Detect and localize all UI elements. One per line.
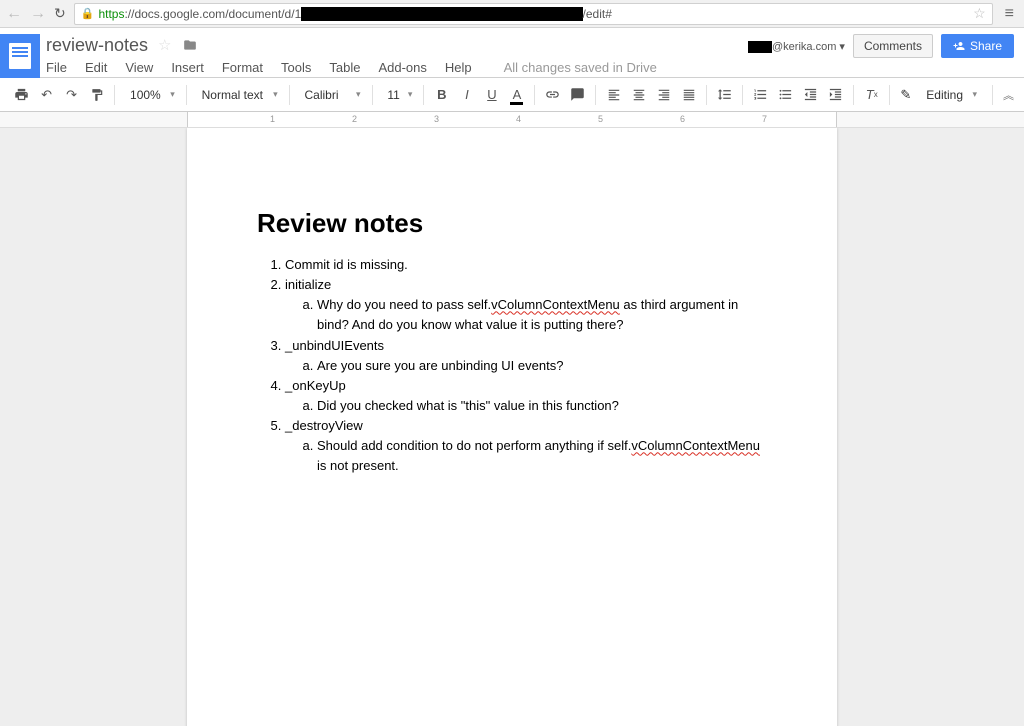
ruler-tick: 6 xyxy=(680,114,685,124)
menu-add-ons[interactable]: Add-ons xyxy=(378,60,426,75)
url-path-suffix: /edit# xyxy=(583,7,612,21)
list-sub-item: Should add condition to do not perform a… xyxy=(317,436,767,476)
page[interactable]: Review notes Commit id is missing.initia… xyxy=(187,128,837,726)
zoom-select[interactable]: 100% xyxy=(121,83,180,107)
document-list: Commit id is missing.initializeWhy do yo… xyxy=(257,255,767,477)
url-path-prefix: /document/d/1 xyxy=(225,7,301,21)
person-add-icon xyxy=(953,40,965,52)
paint-format-icon[interactable] xyxy=(85,83,108,107)
align-left-icon[interactable] xyxy=(602,83,625,107)
list-sub-item: Why do you need to pass self.vColumnCont… xyxy=(317,295,767,335)
ruler-tick: 2 xyxy=(352,114,357,124)
spell-error: vColumnContextMenu xyxy=(631,438,760,453)
clear-format-icon[interactable]: Tx xyxy=(860,83,883,107)
bulleted-list-icon[interactable] xyxy=(774,83,797,107)
ruler: 1 2 3 4 5 6 7 xyxy=(0,112,1024,128)
url-obscured: =Bb3FfqzyRXW5X21CDEAhAwe93J4BiKFd9mSz0_R… xyxy=(301,7,582,21)
share-label: Share xyxy=(970,39,1002,53)
ruler-tick: 3 xyxy=(434,114,439,124)
underline-icon[interactable]: U xyxy=(480,83,503,107)
bold-icon[interactable]: B xyxy=(430,83,453,107)
size-select[interactable]: 11 xyxy=(378,83,417,107)
ruler-tick: 1 xyxy=(270,114,275,124)
print-icon[interactable] xyxy=(10,83,33,107)
url-host: ://docs.google.com xyxy=(124,7,225,21)
menu-bar: File Edit View Insert Format Tools Table Add-on… xyxy=(46,56,1014,75)
indent-decrease-icon[interactable] xyxy=(799,83,822,107)
document-heading: Review notes xyxy=(257,208,767,239)
redo-icon[interactable]: ↷ xyxy=(60,83,83,107)
list-item: _unbindUIEventsAre you sure you are unbi… xyxy=(285,336,767,376)
comments-button[interactable]: Comments xyxy=(853,34,933,58)
menu-view[interactable]: View xyxy=(125,60,153,75)
mode-select[interactable]: Editing xyxy=(917,83,982,107)
italic-icon[interactable]: I xyxy=(455,83,478,107)
list-sub-item: Are you sure you are unbinding UI events… xyxy=(317,356,767,376)
spell-error: vColumnContextMenu xyxy=(491,297,620,312)
back-button[interactable]: ← xyxy=(6,5,22,23)
address-bar[interactable]: 🔒 https://docs.google.com/document/d/1=B… xyxy=(74,3,993,25)
menu-help[interactable]: Help xyxy=(445,60,472,75)
font-select[interactable]: Calibri xyxy=(296,83,366,107)
url-scheme: https xyxy=(98,7,124,21)
indent-increase-icon[interactable] xyxy=(824,83,847,107)
menu-table[interactable]: Table xyxy=(329,60,360,75)
list-sub-item: Did you checked what is "this" value in … xyxy=(317,396,767,416)
undo-icon[interactable]: ↶ xyxy=(35,83,58,107)
list-item: initializeWhy do you need to pass self.v… xyxy=(285,275,767,335)
collapse-toolbar-icon[interactable]: ︽ xyxy=(1003,87,1014,103)
browser-toolbar: ← → ↻ 🔒 https://docs.google.com/document… xyxy=(0,0,1024,28)
reload-button[interactable]: ↻ xyxy=(54,5,66,22)
bookmark-star-icon[interactable]: ☆ xyxy=(973,5,986,22)
share-button[interactable]: Share xyxy=(941,34,1014,58)
list-item: Commit id is missing. xyxy=(285,255,767,275)
folder-icon[interactable] xyxy=(182,38,198,52)
comment-icon[interactable] xyxy=(566,83,589,107)
menu-format[interactable]: Format xyxy=(222,60,263,75)
line-spacing-icon[interactable] xyxy=(713,83,736,107)
ruler-tick: 4 xyxy=(516,114,521,124)
pencil-icon: ✎ xyxy=(900,87,911,103)
link-icon[interactable] xyxy=(541,83,564,107)
menu-insert[interactable]: Insert xyxy=(171,60,204,75)
menu-edit[interactable]: Edit xyxy=(85,60,107,75)
menu-tools[interactable]: Tools xyxy=(281,60,311,75)
format-toolbar: ↶ ↷ 100% Normal text Calibri 11 B I U A … xyxy=(0,78,1024,112)
list-item: _onKeyUpDid you checked what is "this" v… xyxy=(285,376,767,416)
forward-button[interactable]: → xyxy=(30,5,46,23)
user-email[interactable]: anun@kerika.com ▾ xyxy=(748,40,845,53)
list-item: _destroyViewShould add condition to do n… xyxy=(285,416,767,476)
ruler-tick: 7 xyxy=(762,114,767,124)
lock-icon: 🔒 xyxy=(81,7,95,20)
align-justify-icon[interactable] xyxy=(677,83,700,107)
numbered-list-icon[interactable] xyxy=(749,83,772,107)
style-select[interactable]: Normal text xyxy=(193,83,283,107)
star-icon[interactable]: ☆ xyxy=(158,36,171,54)
canvas[interactable]: Review notes Commit id is missing.initia… xyxy=(0,128,1024,726)
ruler-tick: 5 xyxy=(598,114,603,124)
menu-file[interactable]: File xyxy=(46,60,67,75)
docs-logo[interactable] xyxy=(0,34,40,78)
align-center-icon[interactable] xyxy=(627,83,650,107)
browser-menu-icon[interactable]: ≡ xyxy=(1001,5,1018,23)
text-color-icon[interactable]: A xyxy=(505,83,528,107)
docs-header: review-notes ☆ File Edit View Insert Format T… xyxy=(0,28,1024,78)
save-status: All changes saved in Drive xyxy=(504,60,657,75)
align-right-icon[interactable] xyxy=(652,83,675,107)
document-title[interactable]: review-notes xyxy=(46,35,148,56)
